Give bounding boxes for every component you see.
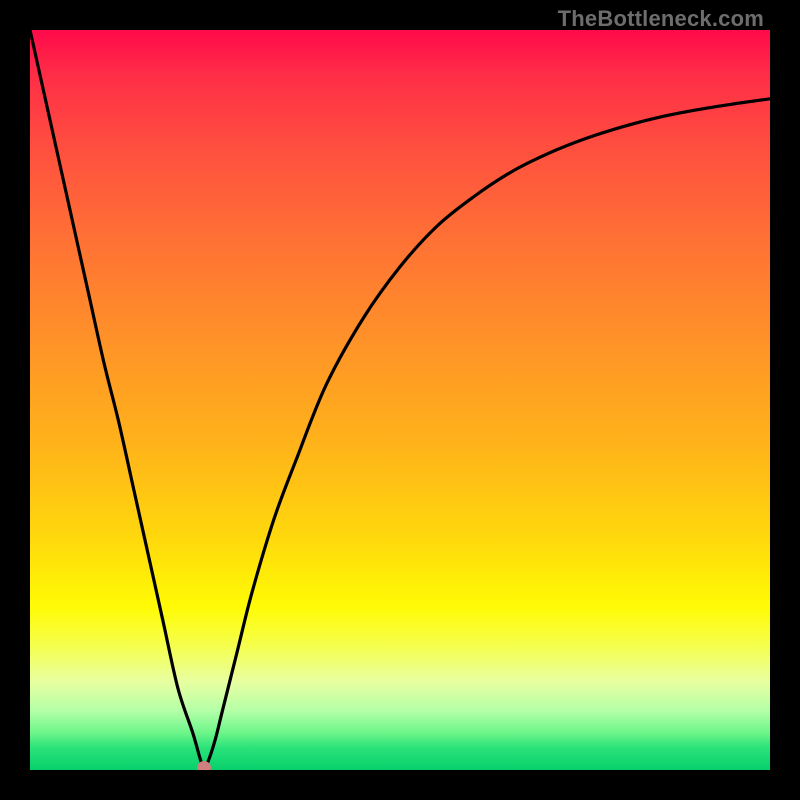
bottleneck-curve-path — [30, 30, 770, 768]
chart-plot-area — [30, 30, 770, 770]
vertex-marker — [197, 761, 211, 770]
watermark-text: TheBottleneck.com — [558, 6, 764, 32]
bottleneck-curve-svg — [30, 30, 770, 770]
